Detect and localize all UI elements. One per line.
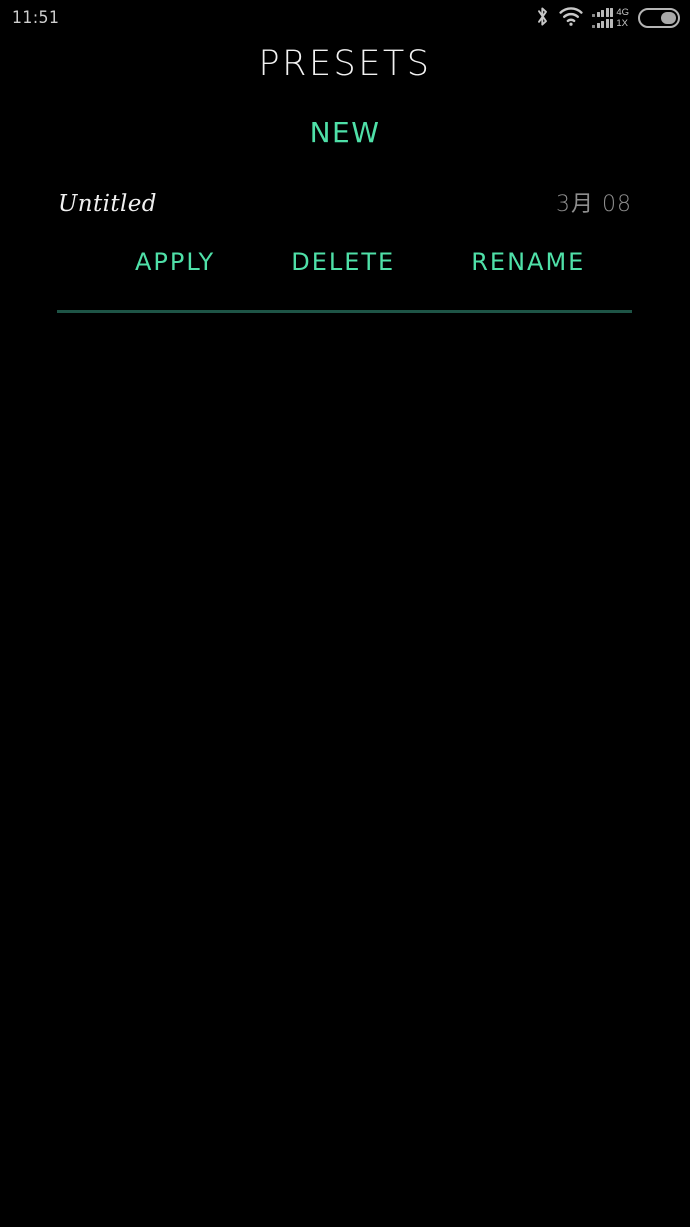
preset-header-row: Untitled 3月 08 [0, 175, 690, 233]
status-bar: 11:51 4G 1X [0, 0, 690, 36]
delete-button[interactable]: DELETE [291, 233, 395, 291]
list-item-divider [57, 310, 632, 313]
battery-level-fill [660, 12, 676, 24]
rename-button[interactable]: RENAME [471, 233, 585, 291]
wifi-icon [559, 6, 583, 30]
apply-button[interactable]: APPLY [135, 233, 215, 291]
network-type-labels: 4G 1X [616, 6, 629, 29]
bluetooth-icon [535, 6, 550, 31]
status-bar-clock: 11:51 [12, 7, 60, 28]
signal-bars-sim1 [592, 8, 614, 17]
signal-bars [592, 8, 614, 28]
preset-name: Untitled [58, 191, 157, 217]
preset-date: 3月 08 [556, 192, 632, 217]
page-title: PRESETS [258, 44, 432, 84]
status-bar-icons: 4G 1X [535, 6, 680, 31]
preset-action-row: APPLY DELETE RENAME [0, 233, 690, 291]
list-item[interactable]: Untitled 3月 08 APPLY DELETE RENAME [0, 175, 690, 313]
network-type-primary: 4G [616, 6, 629, 18]
preset-list: Untitled 3月 08 APPLY DELETE RENAME [0, 175, 690, 313]
battery-icon [638, 8, 680, 28]
signal-strength-icon: 4G 1X [592, 6, 629, 29]
signal-bars-sim2 [592, 19, 614, 28]
new-preset-button[interactable]: NEW [0, 114, 690, 152]
network-type-secondary: 1X [616, 17, 628, 29]
